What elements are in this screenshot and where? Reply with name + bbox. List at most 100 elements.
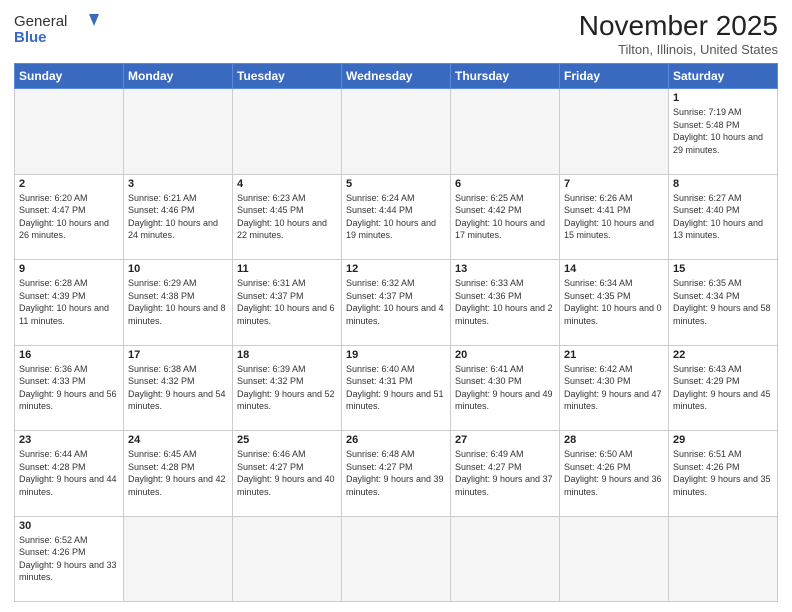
day-number: 26 bbox=[346, 434, 446, 446]
day-info: Sunrise: 6:36 AM Sunset: 4:33 PM Dayligh… bbox=[19, 363, 119, 413]
calendar-week-6: 30 Sunrise: 6:52 AM Sunset: 4:26 PM Dayli… bbox=[15, 516, 778, 602]
calendar-day-cell: 17 Sunrise: 6:38 AM Sunset: 4:32 PM Dayli… bbox=[124, 345, 233, 431]
day-info: Sunrise: 6:41 AM Sunset: 4:30 PM Dayligh… bbox=[455, 363, 555, 413]
calendar-week-3: 9 Sunrise: 6:28 AM Sunset: 4:39 PM Daylig… bbox=[15, 260, 778, 346]
day-number: 9 bbox=[19, 263, 119, 275]
day-number: 2 bbox=[19, 178, 119, 190]
day-number: 30 bbox=[19, 520, 119, 532]
day-info: Sunrise: 6:43 AM Sunset: 4:29 PM Dayligh… bbox=[673, 363, 773, 413]
calendar-day-cell: 27Sunrise: 6:49 AM Sunset: 4:27 PM Dayli… bbox=[451, 431, 560, 517]
header: General Blue November 2025 Tilton, Illin… bbox=[14, 10, 778, 57]
calendar-week-2: 2 Sunrise: 6:20 AM Sunset: 4:47 PM Daylig… bbox=[15, 174, 778, 260]
calendar-day-cell: 19Sunrise: 6:40 AM Sunset: 4:31 PM Dayli… bbox=[342, 345, 451, 431]
calendar-day-cell bbox=[233, 516, 342, 602]
day-info: Sunrise: 6:32 AM Sunset: 4:37 PM Dayligh… bbox=[346, 277, 446, 327]
day-number: 11 bbox=[237, 263, 337, 275]
day-number: 25 bbox=[237, 434, 337, 446]
calendar-day-cell: 6Sunrise: 6:25 AM Sunset: 4:42 PM Daylig… bbox=[451, 174, 560, 260]
calendar-day-cell: 2 Sunrise: 6:20 AM Sunset: 4:47 PM Daylig… bbox=[15, 174, 124, 260]
day-number: 1 bbox=[673, 92, 773, 104]
calendar-day-cell: 16 Sunrise: 6:36 AM Sunset: 4:33 PM Dayli… bbox=[15, 345, 124, 431]
day-number: 29 bbox=[673, 434, 773, 446]
day-info: Sunrise: 6:34 AM Sunset: 4:35 PM Dayligh… bbox=[564, 277, 664, 327]
calendar-day-cell: 14 Sunrise: 6:34 AM Sunset: 4:35 PM Dayli… bbox=[560, 260, 669, 346]
day-info: Sunrise: 6:52 AM Sunset: 4:26 PM Dayligh… bbox=[19, 534, 119, 584]
day-number: 18 bbox=[237, 349, 337, 361]
calendar-day-cell bbox=[451, 516, 560, 602]
calendar-day-cell: 28Sunrise: 6:50 AM Sunset: 4:26 PM Dayli… bbox=[560, 431, 669, 517]
day-info: Sunrise: 6:40 AM Sunset: 4:31 PM Dayligh… bbox=[346, 363, 446, 413]
day-number: 7 bbox=[564, 178, 664, 190]
day-number: 20 bbox=[455, 349, 555, 361]
day-info: Sunrise: 6:29 AM Sunset: 4:38 PM Dayligh… bbox=[128, 277, 228, 327]
calendar-day-cell: 21Sunrise: 6:42 AM Sunset: 4:30 PM Dayli… bbox=[560, 345, 669, 431]
calendar-day-cell: 10 Sunrise: 6:29 AM Sunset: 4:38 PM Dayli… bbox=[124, 260, 233, 346]
logo: General Blue bbox=[14, 10, 104, 46]
day-number: 23 bbox=[19, 434, 119, 446]
svg-text:Blue: Blue bbox=[14, 29, 47, 46]
calendar-day-cell: 15 Sunrise: 6:35 AM Sunset: 4:34 PM Dayli… bbox=[669, 260, 778, 346]
day-info: Sunrise: 6:27 AM Sunset: 4:40 PM Dayligh… bbox=[673, 192, 773, 242]
calendar-day-cell: 1 Sunrise: 7:19 AM Sunset: 5:48 PM Daylig… bbox=[669, 89, 778, 175]
day-info: Sunrise: 6:35 AM Sunset: 4:34 PM Dayligh… bbox=[673, 277, 773, 327]
calendar-day-cell: 8 Sunrise: 6:27 AM Sunset: 4:40 PM Daylig… bbox=[669, 174, 778, 260]
generalblue-logo-icon: General Blue bbox=[14, 10, 104, 46]
calendar-day-cell bbox=[15, 89, 124, 175]
day-info: Sunrise: 6:42 AM Sunset: 4:30 PM Dayligh… bbox=[564, 363, 664, 413]
calendar-day-cell: 22Sunrise: 6:43 AM Sunset: 4:29 PM Dayli… bbox=[669, 345, 778, 431]
svg-text:General: General bbox=[14, 13, 67, 30]
calendar-day-cell: 29 Sunrise: 6:51 AM Sunset: 4:26 PM Dayli… bbox=[669, 431, 778, 517]
title-block: November 2025 Tilton, Illinois, United S… bbox=[579, 10, 778, 57]
day-number: 10 bbox=[128, 263, 228, 275]
calendar-day-cell: 18 Sunrise: 6:39 AM Sunset: 4:32 PM Dayli… bbox=[233, 345, 342, 431]
calendar-day-cell: 3 Sunrise: 6:21 AM Sunset: 4:46 PM Daylig… bbox=[124, 174, 233, 260]
calendar-day-cell: 23 Sunrise: 6:44 AM Sunset: 4:28 PM Dayli… bbox=[15, 431, 124, 517]
calendar-day-cell bbox=[342, 516, 451, 602]
weekday-header-thursday: Thursday bbox=[451, 64, 560, 89]
calendar-day-cell: 30 Sunrise: 6:52 AM Sunset: 4:26 PM Dayli… bbox=[15, 516, 124, 602]
day-number: 28 bbox=[564, 434, 664, 446]
day-number: 15 bbox=[673, 263, 773, 275]
calendar-day-cell: 9 Sunrise: 6:28 AM Sunset: 4:39 PM Daylig… bbox=[15, 260, 124, 346]
day-info: Sunrise: 6:44 AM Sunset: 4:28 PM Dayligh… bbox=[19, 448, 119, 498]
day-info: Sunrise: 6:51 AM Sunset: 4:26 PM Dayligh… bbox=[673, 448, 773, 498]
day-number: 3 bbox=[128, 178, 228, 190]
location: Tilton, Illinois, United States bbox=[579, 42, 778, 57]
weekday-header-saturday: Saturday bbox=[669, 64, 778, 89]
day-info: Sunrise: 6:21 AM Sunset: 4:46 PM Dayligh… bbox=[128, 192, 228, 242]
calendar-day-cell: 26 Sunrise: 6:48 AM Sunset: 4:27 PM Dayli… bbox=[342, 431, 451, 517]
day-info: Sunrise: 6:38 AM Sunset: 4:32 PM Dayligh… bbox=[128, 363, 228, 413]
day-number: 8 bbox=[673, 178, 773, 190]
day-number: 16 bbox=[19, 349, 119, 361]
weekday-header-tuesday: Tuesday bbox=[233, 64, 342, 89]
calendar-day-cell: 4 Sunrise: 6:23 AM Sunset: 4:45 PM Daylig… bbox=[233, 174, 342, 260]
day-info: Sunrise: 6:28 AM Sunset: 4:39 PM Dayligh… bbox=[19, 277, 119, 327]
calendar-day-cell bbox=[451, 89, 560, 175]
calendar-day-cell: 13Sunrise: 6:33 AM Sunset: 4:36 PM Dayli… bbox=[451, 260, 560, 346]
calendar-day-cell: 11Sunrise: 6:31 AM Sunset: 4:37 PM Dayli… bbox=[233, 260, 342, 346]
day-info: Sunrise: 6:25 AM Sunset: 4:42 PM Dayligh… bbox=[455, 192, 555, 242]
day-info: Sunrise: 6:23 AM Sunset: 4:45 PM Dayligh… bbox=[237, 192, 337, 242]
calendar-day-cell: 5Sunrise: 6:24 AM Sunset: 4:44 PM Daylig… bbox=[342, 174, 451, 260]
day-info: Sunrise: 6:26 AM Sunset: 4:41 PM Dayligh… bbox=[564, 192, 664, 242]
weekday-row: SundayMondayTuesdayWednesdayThursdayFrid… bbox=[15, 64, 778, 89]
day-number: 4 bbox=[237, 178, 337, 190]
day-number: 14 bbox=[564, 263, 664, 275]
day-info: Sunrise: 6:46 AM Sunset: 4:27 PM Dayligh… bbox=[237, 448, 337, 498]
day-info: Sunrise: 6:39 AM Sunset: 4:32 PM Dayligh… bbox=[237, 363, 337, 413]
day-info: Sunrise: 6:49 AM Sunset: 4:27 PM Dayligh… bbox=[455, 448, 555, 498]
calendar-day-cell bbox=[560, 516, 669, 602]
weekday-header-monday: Monday bbox=[124, 64, 233, 89]
calendar-day-cell bbox=[560, 89, 669, 175]
day-info: Sunrise: 6:48 AM Sunset: 4:27 PM Dayligh… bbox=[346, 448, 446, 498]
calendar-day-cell: 7 Sunrise: 6:26 AM Sunset: 4:41 PM Daylig… bbox=[560, 174, 669, 260]
day-number: 12 bbox=[346, 263, 446, 275]
day-info: Sunrise: 6:20 AM Sunset: 4:47 PM Dayligh… bbox=[19, 192, 119, 242]
calendar-header: SundayMondayTuesdayWednesdayThursdayFrid… bbox=[15, 64, 778, 89]
calendar-week-1: 1 Sunrise: 7:19 AM Sunset: 5:48 PM Daylig… bbox=[15, 89, 778, 175]
day-info: Sunrise: 7:19 AM Sunset: 5:48 PM Dayligh… bbox=[673, 106, 773, 156]
calendar: SundayMondayTuesdayWednesdayThursdayFrid… bbox=[14, 63, 778, 602]
month-title: November 2025 bbox=[579, 10, 778, 42]
day-number: 17 bbox=[128, 349, 228, 361]
calendar-day-cell: 25 Sunrise: 6:46 AM Sunset: 4:27 PM Dayli… bbox=[233, 431, 342, 517]
